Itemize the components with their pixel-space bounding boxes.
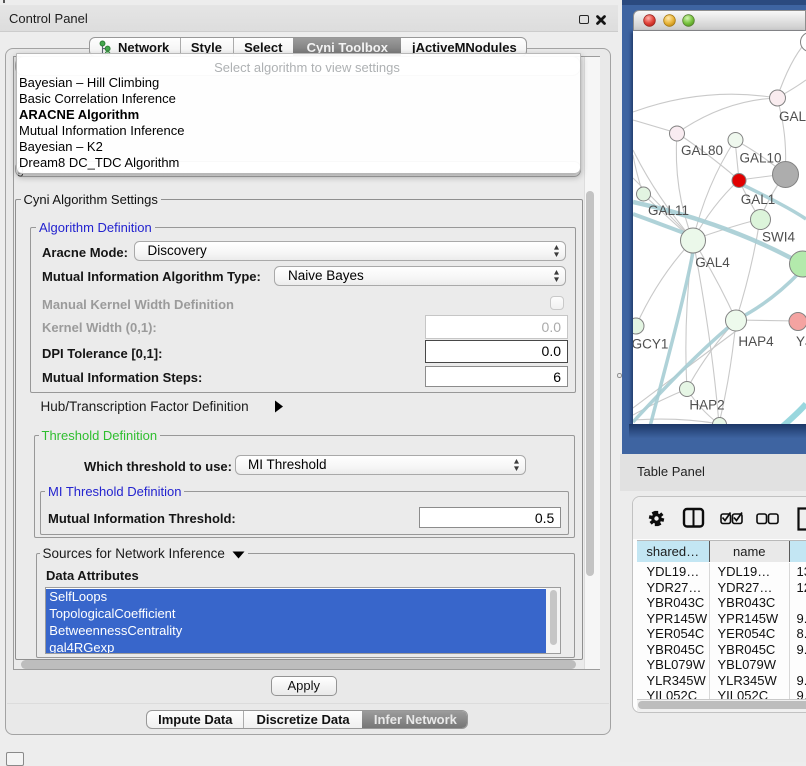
svg-text:GAL1: GAL1: [741, 192, 776, 207]
svg-text:GAL4: GAL4: [695, 255, 730, 270]
svg-text:HAP2: HAP2: [689, 398, 724, 413]
svg-text:YJ: YJ: [796, 334, 806, 349]
svg-text:HAP4: HAP4: [738, 334, 774, 349]
svg-text:GAL7: GAL7: [779, 109, 806, 124]
svg-text:GAL10: GAL10: [739, 151, 781, 166]
svg-text:GAL80: GAL80: [681, 143, 723, 158]
svg-text:GAL11: GAL11: [648, 203, 689, 218]
svg-text:GCY1: GCY1: [633, 337, 668, 352]
svg-text:SWI4: SWI4: [762, 230, 795, 245]
